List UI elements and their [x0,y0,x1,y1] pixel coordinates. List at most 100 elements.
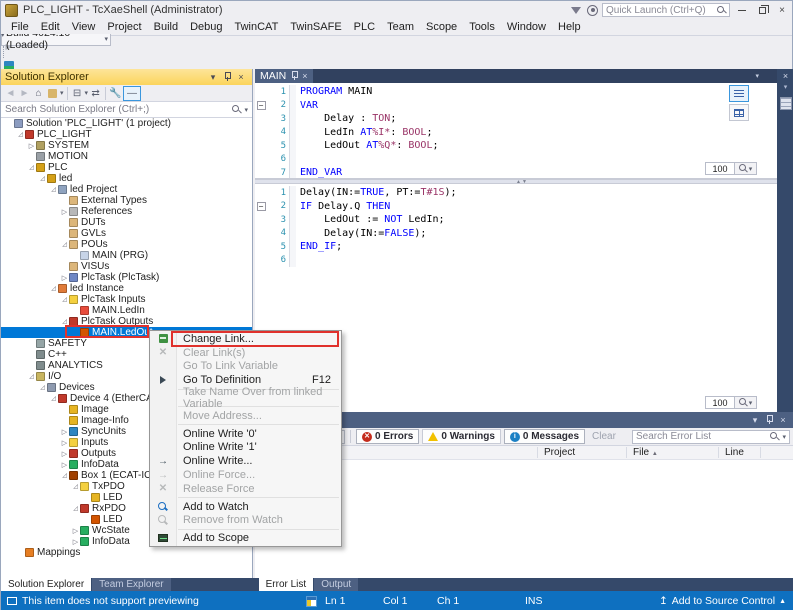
tree-item-solution-plc-light-1-project-[interactable]: Solution 'PLC_LIGHT' (1 project) [1,118,252,129]
error-list-search[interactable]: Search Error List ▾ [632,430,790,444]
menu-tools[interactable]: Tools [463,21,501,33]
menu-item-add-to-watch[interactable]: Add to Watch [150,500,341,514]
se-properties-icon[interactable]: 🔧 [109,86,122,101]
tree-expander-icon[interactable]: ◿ [71,505,80,512]
tree-expander-icon[interactable]: ◿ [71,483,80,490]
tree-item-pous[interactable]: ◿POUs [1,239,252,250]
tree-item-plctask-plctask-[interactable]: ▷PlcTask (PlcTask) [1,272,252,283]
tree-item-led-project[interactable]: ◿led Project [1,184,252,195]
close-panel-icon[interactable]: × [234,71,248,84]
switch-views-icon[interactable] [46,86,59,101]
menu-plc[interactable]: PLC [348,21,381,33]
declaration-editor[interactable]: 100 ▾ 1PROGRAM MAIN−2VAR3 Delay : TON;4 … [255,83,777,179]
tree-expander-icon[interactable]: ◿ [49,285,58,292]
tree-expander-icon[interactable]: ▷ [60,274,69,282]
menu-file[interactable]: File [5,21,35,33]
menu-item-online-write-1-[interactable]: Online Write '1' [150,441,341,455]
feedback-icon[interactable] [587,5,598,16]
menu-help[interactable]: Help [552,21,587,33]
menu-twincat[interactable]: TwinCAT [229,21,285,33]
tree-expander-icon[interactable]: ◿ [60,318,69,325]
column-file[interactable]: File ▲ [633,447,658,458]
menu-scope[interactable]: Scope [420,21,463,33]
menu-view[interactable]: View [66,21,102,33]
menu-project[interactable]: Project [101,21,147,33]
minimize-button[interactable] [734,3,750,17]
window-position-dropdown[interactable]: ▾ [748,414,762,427]
tree-expander-icon[interactable]: ▷ [27,142,36,150]
zoom-level-declaration[interactable]: 100 [705,162,735,175]
tree-item-mappings[interactable]: Mappings [1,547,252,558]
restore-button[interactable] [754,3,770,17]
tab-close-icon[interactable]: × [302,71,307,81]
tree-expander-icon[interactable]: ◿ [27,373,36,380]
column-project[interactable]: Project [544,447,575,458]
tree-expander-icon[interactable]: ▷ [60,439,69,447]
pin-icon[interactable] [762,414,776,427]
close-panel-icon[interactable]: × [776,414,790,427]
tab-error-list[interactable]: Error List [259,578,314,591]
zoom-icon[interactable]: ▾ [735,162,757,175]
tree-item-led-instance[interactable]: ◿led Instance [1,283,252,294]
sync-active-document-icon[interactable]: ⇄ [89,86,102,101]
tree-expander-icon[interactable]: ◿ [60,296,69,303]
errors-filter-button[interactable]: ✕0 Errors [356,429,419,444]
menu-team[interactable]: Team [381,21,420,33]
tabular-view-toggle[interactable] [729,104,749,121]
tree-expander-icon[interactable]: ◿ [16,131,25,138]
tree-expander-icon[interactable]: ▷ [60,208,69,216]
code-fold-icon[interactable]: − [257,101,266,110]
collapse-all-icon[interactable]: ⊟ [71,86,84,101]
tree-item-visus[interactable]: VISUs [1,261,252,272]
code-fold-icon[interactable]: − [257,202,266,211]
tree-expander-icon[interactable]: ▷ [71,527,80,535]
tree-item-references[interactable]: ▷References [1,206,252,217]
tree-item-main-prg-[interactable]: MAIN (PRG) [1,250,252,261]
zoom-level-implementation[interactable]: 100 [705,396,735,409]
home-icon[interactable]: ⌂ [32,86,45,101]
tree-expander-icon[interactable]: ▷ [60,461,69,469]
menu-window[interactable]: Window [501,21,552,33]
quick-launch-input[interactable]: Quick Launch (Ctrl+Q) [602,3,730,17]
tab-output[interactable]: Output [314,578,358,591]
search-options-dropdown[interactable]: ▾ [244,106,248,114]
preview-selected-icon[interactable]: — [123,86,141,101]
tree-expander-icon[interactable]: ◿ [38,384,47,391]
tab-solution-explorer[interactable]: Solution Explorer [1,578,91,591]
tree-item-system[interactable]: ▷SYSTEM [1,140,252,151]
tree-expander-icon[interactable]: ▷ [60,450,69,458]
se-forward-icon[interactable]: ► [18,86,31,101]
tree-expander-icon[interactable]: ▷ [71,538,80,546]
tree-item-led[interactable]: ◿led [1,173,252,184]
tree-item-main-ledin[interactable]: MAIN.LedIn [1,305,252,316]
switch-views-dropdown[interactable]: ▾ [60,89,64,97]
tree-expander-icon[interactable]: ◿ [38,175,47,182]
tree-item-plc-light[interactable]: ◿PLC_LIGHT [1,129,252,140]
tree-expander-icon[interactable]: ◿ [60,472,69,479]
menu-item-add-to-scope[interactable]: Add to Scope [150,531,341,545]
column-line[interactable]: Line [725,447,744,458]
menu-twinsafe[interactable]: TwinSAFE [284,21,347,33]
menu-edit[interactable]: Edit [35,21,66,33]
menu-item-online-write-0-[interactable]: Online Write '0' [150,427,341,441]
close-strip-icon[interactable]: × [777,69,793,83]
add-to-source-control[interactable]: ↥ Add to Source Control ▲ [659,595,786,607]
clear-button[interactable]: Clear [588,431,620,442]
zoom-icon[interactable]: ▾ [735,396,757,409]
close-button[interactable]: × [774,3,790,17]
tab-main[interactable]: MAIN × [255,69,313,83]
tree-item-gvls[interactable]: GVLs [1,228,252,239]
menu-build[interactable]: Build [148,21,184,33]
tree-item-external-types[interactable]: External Types [1,195,252,206]
textual-view-toggle[interactable] [729,85,749,102]
pin-icon[interactable] [220,71,234,84]
tree-item-plc[interactable]: ◿PLC [1,162,252,173]
menu-item-change-link-[interactable]: Change Link... [150,332,341,346]
tree-expander-icon[interactable]: ◿ [27,164,36,171]
tree-expander-icon[interactable]: ◿ [60,241,69,248]
window-position-dropdown[interactable]: ▾ [206,71,220,84]
menu-item-online-write-[interactable]: →Online Write... [150,454,341,468]
tree-expander-icon[interactable]: ◿ [49,395,58,402]
properties-tab-icon[interactable] [780,97,792,110]
tree-item-plctask-outputs[interactable]: ◿PlcTask Outputs [1,316,252,327]
